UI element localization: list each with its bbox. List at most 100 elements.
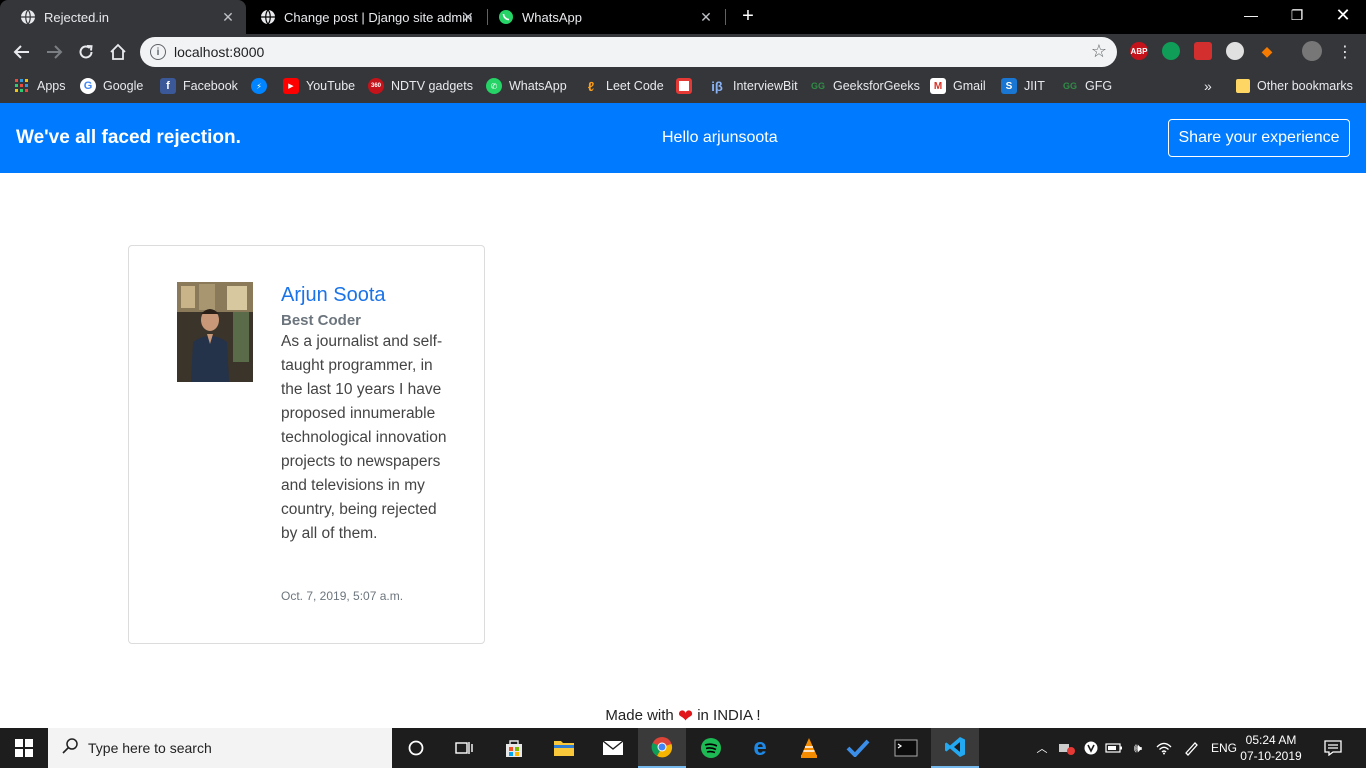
terminal-icon[interactable] bbox=[882, 728, 930, 768]
jiit-icon: S bbox=[1001, 78, 1017, 94]
home-icon[interactable] bbox=[106, 40, 130, 64]
tray-overflow-chevron-icon[interactable]: ︿ bbox=[1034, 728, 1050, 768]
edge-icon[interactable]: e bbox=[736, 728, 784, 768]
close-icon[interactable]: ✕ bbox=[460, 9, 476, 25]
bookmark-apps[interactable]: Apps bbox=[14, 76, 66, 96]
chrome-taskbar-icon[interactable] bbox=[638, 728, 686, 768]
gfg-icon: GG bbox=[810, 81, 825, 91]
minimize-icon[interactable]: — bbox=[1228, 0, 1274, 30]
file-explorer-icon[interactable] bbox=[540, 728, 588, 768]
bookmark-red-square[interactable] bbox=[676, 76, 699, 96]
author-name-link[interactable]: Arjun Soota bbox=[281, 284, 386, 307]
close-icon[interactable]: ✕ bbox=[220, 9, 236, 25]
volume-icon[interactable]: 🕪 bbox=[1128, 728, 1148, 768]
vlc-icon[interactable] bbox=[785, 728, 833, 768]
cortana-icon[interactable] bbox=[392, 728, 440, 768]
close-window-icon[interactable]: ✕ bbox=[1320, 0, 1366, 30]
system-clock[interactable]: 05:24 AM 07-10-2019 bbox=[1236, 732, 1306, 764]
bookmark-facebook[interactable]: f Facebook bbox=[160, 76, 238, 96]
clock-time: 05:24 AM bbox=[1245, 733, 1297, 747]
bookmark-label: Apps bbox=[37, 79, 66, 93]
notifications-icon[interactable] bbox=[1318, 728, 1348, 768]
site-brand[interactable]: We've all faced rejection. bbox=[16, 127, 241, 149]
bookmark-jiit[interactable]: S JIIT bbox=[1001, 76, 1045, 96]
tab-django-admin[interactable]: Change post | Django site admin ✕ bbox=[240, 0, 486, 34]
globe-icon bbox=[20, 9, 36, 25]
share-experience-button[interactable]: Share your experience bbox=[1168, 119, 1350, 157]
windows-taskbar: Type here to search e ︿ 🕪 ENG 05:24 AM 0… bbox=[0, 728, 1366, 768]
todo-check-icon[interactable] bbox=[834, 728, 882, 768]
bookmark-ndtv[interactable]: 360 NDTV gadgets bbox=[368, 76, 473, 96]
bookmark-label: InterviewBit bbox=[733, 79, 798, 93]
wifi-icon[interactable] bbox=[1154, 728, 1174, 768]
tab-whatsapp[interactable]: WhatsApp ✕ bbox=[478, 0, 724, 34]
extension-pocket-icon[interactable] bbox=[1194, 42, 1212, 60]
gmail-icon: M bbox=[930, 78, 946, 94]
extension-metamask-icon[interactable]: ◆ bbox=[1258, 42, 1276, 60]
bookmark-label: GFG bbox=[1085, 79, 1113, 93]
bookmark-geeksforgeeks[interactable]: GG GeeksforGeeks bbox=[810, 76, 920, 96]
task-view-icon[interactable] bbox=[440, 728, 488, 768]
restore-icon[interactable]: ❐ bbox=[1274, 0, 1320, 30]
mail-icon[interactable] bbox=[589, 728, 637, 768]
author-role: Best Coder bbox=[281, 312, 362, 329]
bookmark-interviewbit[interactable]: iβ InterviewBit bbox=[708, 76, 798, 96]
tab-title: Change post | Django site admin bbox=[284, 9, 473, 25]
whatsapp-icon bbox=[498, 9, 514, 25]
address-bar[interactable]: i localhost:8000 ☆ bbox=[140, 37, 1117, 67]
tray-app-icon[interactable] bbox=[1082, 728, 1100, 768]
pen-icon[interactable] bbox=[1180, 728, 1202, 768]
extension-grammarly-icon[interactable] bbox=[1162, 42, 1180, 60]
vscode-icon[interactable] bbox=[931, 728, 979, 768]
bookmark-label: Other bookmarks bbox=[1257, 79, 1353, 93]
bookmark-label: JIIT bbox=[1024, 79, 1045, 93]
windows-start-icon[interactable] bbox=[0, 728, 48, 768]
post-card: Arjun Soota Best Coder As a journalist a… bbox=[128, 245, 485, 644]
post-timestamp: Oct. 7, 2019, 5:07 a.m. bbox=[281, 589, 404, 603]
browser-toolbar: i localhost:8000 ☆ ABP ◆ ⋮ bbox=[0, 34, 1366, 70]
reload-icon[interactable] bbox=[74, 40, 98, 64]
info-icon[interactable]: i bbox=[150, 44, 166, 60]
google-icon: G bbox=[80, 78, 96, 94]
tab-rejected[interactable]: Rejected.in ✕ bbox=[0, 0, 246, 34]
bookmark-label: YouTube bbox=[306, 79, 356, 93]
heart-icon: ❤ bbox=[677, 706, 694, 726]
bookmark-other[interactable]: Other bookmarks bbox=[1236, 76, 1353, 96]
bookmark-label: Google bbox=[103, 79, 144, 93]
author-photo bbox=[177, 282, 253, 382]
back-arrow-icon[interactable] bbox=[10, 40, 34, 64]
profile-avatar-icon[interactable] bbox=[1302, 41, 1322, 61]
user-greeting: Hello arjunsoota bbox=[662, 129, 778, 146]
bookmark-whatsapp[interactable]: ✆ WhatsApp bbox=[486, 76, 567, 96]
menu-kebab-icon[interactable]: ⋮ bbox=[1333, 40, 1357, 64]
network-error-icon[interactable] bbox=[1056, 728, 1078, 768]
new-tab-button[interactable]: + bbox=[738, 5, 758, 27]
apps-grid-icon bbox=[14, 78, 30, 94]
extension-circle-icon[interactable] bbox=[1226, 42, 1244, 60]
whatsapp-icon: ✆ bbox=[486, 78, 502, 94]
spotify-icon[interactable] bbox=[687, 728, 735, 768]
bookmark-label: WhatsApp bbox=[509, 79, 567, 93]
footer-text-after: in INDIA ! bbox=[697, 707, 761, 724]
url-text[interactable]: localhost:8000 bbox=[174, 44, 264, 60]
bookmark-star-icon[interactable]: ☆ bbox=[1091, 41, 1107, 62]
bookmark-google[interactable]: G Google bbox=[80, 76, 143, 96]
site-footer: Made with ❤ in INDIA ! bbox=[0, 706, 1366, 727]
bookmark-leetcode[interactable]: ℓ Leet Code bbox=[583, 76, 664, 96]
store-icon[interactable] bbox=[490, 728, 538, 768]
battery-icon[interactable] bbox=[1104, 728, 1124, 768]
bookmark-label: Leet Code bbox=[606, 79, 664, 93]
taskbar-search-input[interactable]: Type here to search bbox=[48, 728, 392, 768]
bookmark-gmail[interactable]: M Gmail bbox=[930, 76, 986, 96]
forward-arrow-icon[interactable] bbox=[42, 40, 66, 64]
bookmark-gfg[interactable]: GG GFG bbox=[1062, 76, 1112, 96]
adblock-plus-icon[interactable]: ABP bbox=[1130, 42, 1148, 60]
bookmarks-bar: Apps G Google f Facebook ⚡ ▶ YouTube 360… bbox=[0, 70, 1366, 103]
site-navbar: We've all faced rejection. Hello arjunso… bbox=[0, 103, 1366, 173]
bookmark-youtube[interactable]: ▶ YouTube bbox=[283, 76, 355, 96]
more-bookmarks-chevron-icon[interactable]: » bbox=[1204, 76, 1212, 96]
bookmark-messenger[interactable]: ⚡ bbox=[251, 76, 274, 96]
close-icon[interactable]: ✕ bbox=[698, 9, 714, 25]
post-body: As a journalist and self-taught programm… bbox=[281, 333, 447, 542]
tab-title: WhatsApp bbox=[522, 9, 582, 25]
